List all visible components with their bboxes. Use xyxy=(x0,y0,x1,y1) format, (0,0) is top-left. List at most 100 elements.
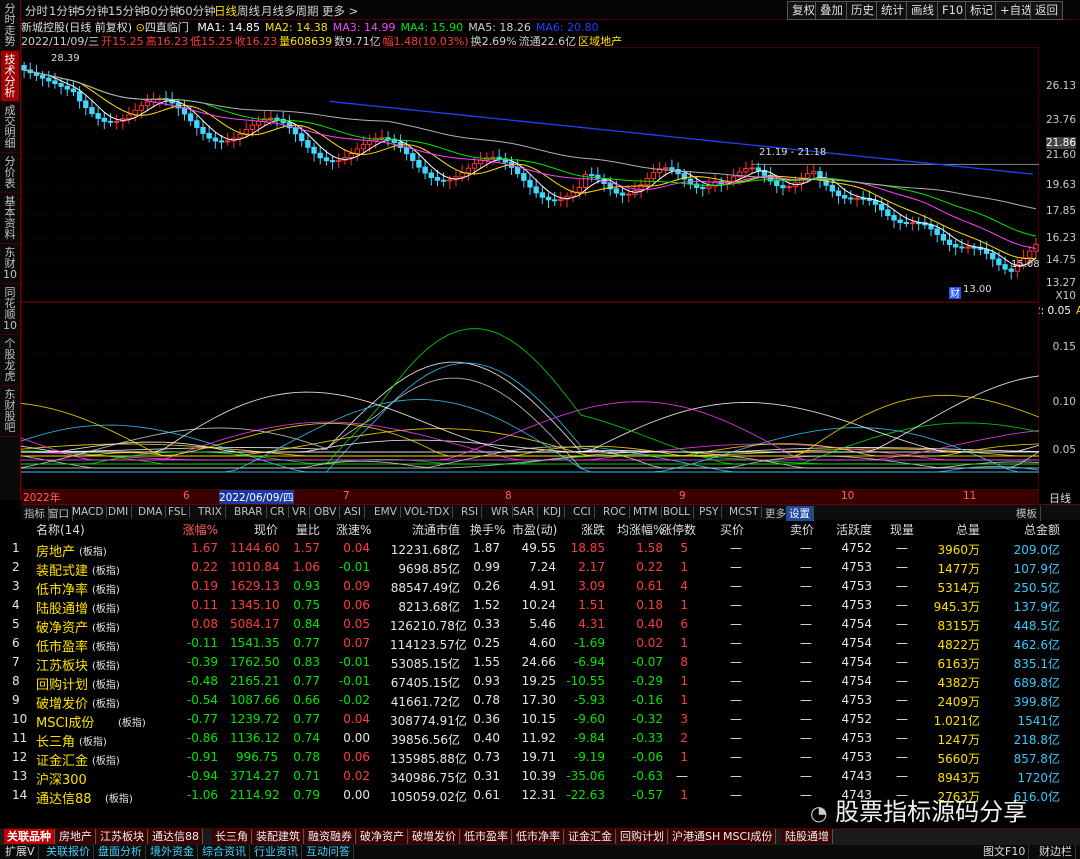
row-name[interactable]: 江苏板块 xyxy=(36,655,88,674)
indicator-tab-23[interactable]: MCST xyxy=(726,506,763,518)
candlestick-chart[interactable]: 28.39 21.19 - 21.18 13.00 15.08 财 xyxy=(21,47,1039,302)
related-tab-11[interactable]: 证金汇金 xyxy=(565,829,616,844)
row-name[interactable]: 低市盈率 xyxy=(36,636,88,655)
status-tab-6[interactable]: 互动问答 xyxy=(303,845,354,859)
status-tab-0[interactable]: 扩展V xyxy=(2,845,39,859)
header-cell[interactable]: 流通市值 xyxy=(390,521,460,538)
header-cell[interactable]: 总金额 xyxy=(1000,521,1060,538)
sidebar-item-6[interactable]: 同花顺10 xyxy=(1,284,19,335)
table-row[interactable]: 12 证金汇金 (板指) -0.91 996.75 0.78 0.06 135985.88亿 0… xyxy=(0,749,1080,769)
indicator-tab-19[interactable]: ROC xyxy=(600,506,630,518)
related-tab-13[interactable]: 沪港通SH xyxy=(669,829,725,844)
table-row[interactable]: 11 长三角 (板指) -0.86 1136.12 0.74 0.00 39856.56亿 0.… xyxy=(0,730,1080,750)
header-cell[interactable]: 均涨幅% xyxy=(617,521,664,538)
toolbar-button-6[interactable]: 标记 xyxy=(965,1,998,20)
indicator-tab-5[interactable]: FSL xyxy=(165,506,191,518)
row-name[interactable]: 回购计划 xyxy=(36,674,88,693)
row-name[interactable]: 破增发价 xyxy=(36,693,88,712)
toolbar-button-1[interactable]: 叠加 xyxy=(815,1,848,20)
template-tab[interactable]: 模板 xyxy=(1013,506,1041,521)
row-name[interactable]: 陆股通增 xyxy=(36,598,88,617)
period-tab-8[interactable]: 月线 xyxy=(261,3,284,19)
related-tab-6[interactable]: 融资融券 xyxy=(305,829,356,844)
indicator-tab-9[interactable]: VR xyxy=(289,506,311,518)
row-name[interactable]: 低市净率 xyxy=(36,579,88,598)
period-tab-10[interactable]: 更多 > xyxy=(322,3,358,19)
related-tab-1[interactable]: 房地产 xyxy=(56,829,96,844)
status-tab-3[interactable]: 境外资金 xyxy=(147,845,198,859)
sidebar-item-8[interactable]: 东财股吧 xyxy=(1,386,19,437)
indicator-tab-20[interactable]: MTM xyxy=(630,506,662,518)
related-tab-5[interactable]: 装配建筑 xyxy=(253,829,304,844)
period-tab-9[interactable]: 多周期 xyxy=(284,3,319,19)
indicator-tab-16[interactable]: SAR xyxy=(510,506,539,518)
period-tab-5[interactable]: 60分钟 xyxy=(178,3,216,19)
toolbar-button-4[interactable]: 画线 xyxy=(906,1,939,20)
period-tab-6[interactable]: 日线 xyxy=(214,3,237,19)
indicator-tab-11[interactable]: ASI xyxy=(341,506,365,518)
header-cell[interactable]: 涨停数 xyxy=(660,521,696,538)
toolbar-button-3[interactable]: 统计 xyxy=(876,1,909,20)
indicator-tab-17[interactable]: KDJ xyxy=(540,506,566,518)
related-tab-14[interactable]: MSCI成份 xyxy=(720,829,777,844)
sidebar-item-1[interactable]: 技术分析 xyxy=(1,51,19,102)
row-name[interactable]: 装配式建 xyxy=(36,560,88,579)
row-name[interactable]: 长三角 xyxy=(36,731,75,750)
header-cell[interactable]: 换手% xyxy=(470,521,505,538)
chip-indicator-chart[interactable] xyxy=(21,302,1039,490)
header-cell[interactable]: 现价 xyxy=(230,521,278,538)
toolbar-button-2[interactable]: 历史 xyxy=(846,1,879,20)
indicator-tab-7[interactable]: BRAR xyxy=(231,506,267,518)
status-tab-2[interactable]: 盘面分析 xyxy=(95,845,146,859)
related-tab-12[interactable]: 回购计划 xyxy=(617,829,668,844)
table-row[interactable]: 6 低市盈率 (板指) -0.11 1541.35 0.77 0.07 114123.57亿 0… xyxy=(0,635,1080,655)
row-name[interactable]: 房地产 xyxy=(36,541,75,560)
header-cell[interactable]: 涨速% xyxy=(336,521,371,538)
header-cell[interactable]: 现量 xyxy=(890,521,914,538)
period-tab-2[interactable]: 5分钟 xyxy=(78,3,108,19)
table-row[interactable]: 8 回购计划 (板指) -0.48 2165.21 0.77 -0.01 67405.15亿 0… xyxy=(0,673,1080,693)
table-row[interactable]: 4 陆股通增 (板指) 0.11 1345.10 0.75 0.06 8213.68亿 1.52… xyxy=(0,597,1080,617)
indicator-tab-12[interactable]: EMV xyxy=(371,506,401,518)
indicator-tab-3[interactable]: DMI xyxy=(105,506,133,518)
indicator-tab-14[interactable]: RSI xyxy=(458,506,483,518)
table-row[interactable]: 9 破增发价 (板指) -0.54 1087.66 0.66 -0.02 41661.72亿 0… xyxy=(0,692,1080,712)
related-tab-10[interactable]: 低市净率 xyxy=(513,829,564,844)
table-row[interactable]: 13 沪深300 -0.94 3714.27 0.71 0.02 340986.75亿 0.3… xyxy=(0,768,1080,788)
row-name[interactable]: 破净资产 xyxy=(36,617,88,636)
row-name[interactable]: 沪深300 xyxy=(36,769,87,788)
indicator-tab-25[interactable]: 设置 xyxy=(786,506,814,521)
related-tab-9[interactable]: 低市盈率 xyxy=(461,829,512,844)
toolbar-button-8[interactable]: 返回 xyxy=(1030,1,1063,20)
header-cell[interactable]: 市盈(动) xyxy=(512,521,557,538)
period-tab-3[interactable]: 15分钟 xyxy=(108,3,146,19)
period-tab-0[interactable]: 分时 xyxy=(25,3,48,19)
sidebar-item-4[interactable]: 基本资料 xyxy=(1,193,19,244)
indicator-tab-4[interactable]: DMA xyxy=(135,506,167,518)
indicator-tab-13[interactable]: VOL-TDX xyxy=(401,506,454,518)
related-tab-4[interactable]: 长三角 xyxy=(212,829,252,844)
related-tab-15[interactable]: 陆股通增 xyxy=(782,829,833,844)
period-tab-1[interactable]: 1分钟 xyxy=(49,3,79,19)
sidebar-item-7[interactable]: 个股龙虎 xyxy=(1,335,19,386)
table-row[interactable]: 10 MSCI成份 (板指) -0.77 1239.72 0.77 0.04 308774.9… xyxy=(0,711,1080,731)
indicator-tab-2[interactable]: MACD xyxy=(69,506,108,518)
sidebar-item-2[interactable]: 成交明细 xyxy=(1,102,19,153)
related-tab-2[interactable]: 江苏板块 xyxy=(97,829,148,844)
indicator-tab-10[interactable]: OBV xyxy=(311,506,341,518)
status-right-1[interactable]: 财边栏 xyxy=(1036,845,1076,859)
indicator-tab-8[interactable]: CR xyxy=(267,506,289,518)
sidebar-item-5[interactable]: 东财10 xyxy=(1,244,19,284)
sidebar-item-0[interactable]: 分时走势 xyxy=(1,0,19,51)
status-right-0[interactable]: 图文F10 xyxy=(980,845,1030,859)
status-tab-5[interactable]: 行业资讯 xyxy=(251,845,302,859)
header-cell[interactable]: 买价 xyxy=(720,521,744,538)
toolbar-button-5[interactable]: F10 xyxy=(937,1,969,20)
table-row[interactable]: 3 低市净率 (板指) 0.19 1629.13 0.93 0.09 88547.49亿 0.2… xyxy=(0,578,1080,598)
status-tab-1[interactable]: 关联报价 xyxy=(43,845,94,859)
period-label[interactable]: 日线 xyxy=(1040,490,1080,505)
sidebar-item-3[interactable]: 分价表 xyxy=(1,153,19,193)
status-tab-4[interactable]: 综合资讯 xyxy=(199,845,250,859)
row-name[interactable]: 证金汇金 xyxy=(36,750,88,769)
related-tab-8[interactable]: 破增发价 xyxy=(409,829,460,844)
